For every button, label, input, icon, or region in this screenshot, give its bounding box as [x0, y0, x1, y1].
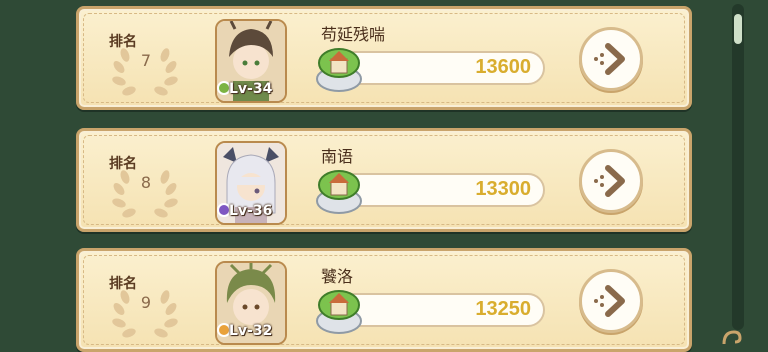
- view-player-button[interactable]: [579, 269, 643, 333]
- rank-number: 8: [140, 173, 152, 192]
- corner-ornament-icon: [722, 330, 742, 345]
- ranking-card: 排名 9 Lv-32 饕洛 13250: [76, 248, 692, 352]
- rank-number: 9: [140, 293, 152, 312]
- arrow-right-icon: [594, 285, 625, 317]
- player-level: Lv-34: [229, 81, 273, 97]
- player-score: 13600: [475, 56, 531, 78]
- scrollbar-track[interactable]: [732, 4, 744, 330]
- player-level: Lv-32: [229, 323, 273, 339]
- arrow-right-icon: [594, 43, 625, 75]
- view-player-button[interactable]: [579, 27, 643, 91]
- player-level: Lv-36: [229, 203, 273, 219]
- player-score: 13300: [475, 178, 531, 200]
- arrow-right-icon: [594, 165, 625, 197]
- ranking-card: 排名 7 Lv-34 苟延残喘 13600: [76, 6, 692, 110]
- ranking-card: 排名 8 Lv-36 南语 13300: [76, 128, 692, 232]
- scrollbar-thumb[interactable]: [734, 14, 742, 44]
- view-player-button[interactable]: [579, 149, 643, 213]
- player-score: 13250: [475, 298, 531, 320]
- rank-number: 7: [140, 51, 152, 70]
